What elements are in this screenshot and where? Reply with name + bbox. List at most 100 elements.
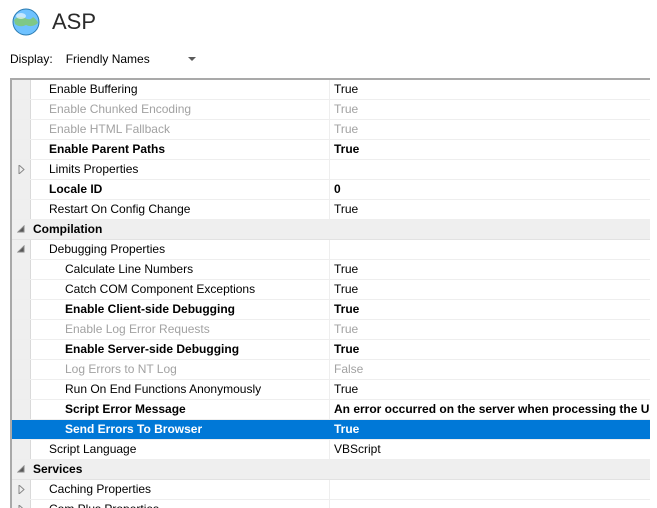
property-name-cell: Enable Server-side Debugging [31,340,330,359]
property-value[interactable]: True [330,100,650,119]
property-row[interactable]: Com Plus Properties [12,500,650,508]
property-value[interactable]: 0 [330,180,650,199]
triangle-open-icon [16,465,26,475]
property-name: Send Errors To Browser [63,420,202,439]
property-name: Limits Properties [47,160,138,179]
row-gutter [12,340,31,359]
property-value[interactable]: An error occurred on the server when pro… [330,400,650,419]
property-name: Caching Properties [47,480,151,499]
property-value[interactable] [330,500,650,508]
property-name-cell: Calculate Line Numbers [31,260,330,279]
display-combo-value: Friendly Names [66,52,150,66]
property-value[interactable]: False [330,360,650,379]
row-gutter[interactable] [12,160,31,179]
row-gutter [12,380,31,399]
property-row[interactable]: Restart On Config Change True [12,200,650,220]
property-row[interactable]: Script Error Message An error occurred on… [12,400,650,420]
property-name-cell: Enable HTML Fallback [31,120,330,139]
row-gutter [12,420,31,439]
row-gutter[interactable] [12,240,31,259]
row-gutter [12,320,31,339]
row-gutter [12,280,31,299]
property-value[interactable] [330,480,650,499]
property-name: Run On End Functions Anonymously [63,380,261,399]
property-value[interactable] [330,160,650,179]
property-row[interactable]: Limits Properties [12,160,650,180]
row-gutter [12,260,31,279]
property-row[interactable]: Catch COM Component Exceptions True [12,280,650,300]
expand-toggle[interactable] [12,220,31,239]
property-value[interactable]: True [330,120,650,139]
category-label: Compilation [31,220,650,239]
property-name: Debugging Properties [47,240,165,259]
row-gutter [12,140,31,159]
property-name: Script Error Message [63,400,186,419]
property-name-cell: Catch COM Component Exceptions [31,280,330,299]
property-name-cell: Log Errors to NT Log [31,360,330,379]
property-name: Enable Chunked Encoding [47,100,191,119]
property-name-cell: Send Errors To Browser [31,420,330,439]
property-row[interactable]: Calculate Line NumbersTrue [12,260,650,280]
property-value[interactable]: True [330,340,650,359]
property-name-cell: Limits Properties [31,160,330,179]
expand-toggle[interactable] [12,460,31,479]
property-row[interactable]: Enable Buffering True [12,80,650,100]
property-name: Log Errors to NT Log [63,360,177,379]
property-name-cell: Caching Properties [31,480,330,499]
property-grid: Enable BufferingTrueEnable Chunked Encod… [10,78,650,508]
property-name: Catch COM Component Exceptions [63,280,255,299]
property-value[interactable]: True [330,320,650,339]
property-row[interactable]: Send Errors To Browser True [12,420,650,440]
property-value[interactable]: True [330,280,650,299]
property-row[interactable]: Enable Parent PathsTrue [12,140,650,160]
property-row[interactable]: Log Errors to NT Log False [12,360,650,380]
property-value[interactable] [330,240,650,259]
row-gutter [12,300,31,319]
property-value[interactable]: VBScript [330,440,650,459]
property-name-cell: Enable Parent Paths [31,140,330,159]
property-name-cell: Locale ID [31,180,330,199]
property-name: Locale ID [47,180,102,199]
property-name-cell: Script Language [31,440,330,459]
property-value[interactable]: True [330,380,650,399]
triangle-closed-icon [16,485,26,495]
property-value[interactable]: True [330,300,650,319]
category-label: Services [31,460,650,479]
property-value[interactable]: True [330,260,650,279]
property-row[interactable]: Caching Properties [12,480,650,500]
property-value[interactable]: True [330,140,650,159]
property-value[interactable]: True [330,200,650,219]
page-title: ASP [52,9,96,35]
property-name-cell: Enable Log Error Requests [31,320,330,339]
property-name-cell: Debugging Properties [31,240,330,259]
property-row[interactable]: Enable Client-side DebuggingTrue [12,300,650,320]
property-row[interactable]: Enable HTML Fallback True [12,120,650,140]
row-gutter[interactable] [12,500,31,508]
property-name-cell: Enable Chunked Encoding [31,100,330,119]
property-name: Enable Buffering [47,80,138,99]
property-value[interactable]: True [330,80,650,99]
category-row[interactable]: Compilation [12,220,650,240]
globe-icon [10,6,42,38]
display-label: Display: [10,52,53,66]
category-row[interactable]: Services [12,460,650,480]
property-row[interactable]: Script Language VBScript [12,440,650,460]
row-gutter [12,440,31,459]
property-name: Enable HTML Fallback [47,120,170,139]
property-row[interactable]: Enable Chunked Encoding True [12,100,650,120]
property-name: Script Language [47,440,136,459]
display-combo[interactable]: Friendly Names [59,48,203,70]
property-row[interactable]: Locale ID 0 [12,180,650,200]
property-row[interactable]: Debugging Properties [12,240,650,260]
property-name: Restart On Config Change [47,200,190,219]
property-row[interactable]: Run On End Functions Anonymously True [12,380,650,400]
property-row[interactable]: Enable Server-side Debugging True [12,340,650,360]
chevron-down-icon [188,57,196,61]
property-name: Enable Server-side Debugging [63,340,239,359]
property-name-cell: Enable Client-side Debugging [31,300,330,319]
row-gutter[interactable] [12,480,31,499]
property-name: Enable Log Error Requests [63,320,210,339]
property-value[interactable]: True [330,420,650,439]
row-gutter [12,400,31,419]
property-row[interactable]: Enable Log Error Requests True [12,320,650,340]
